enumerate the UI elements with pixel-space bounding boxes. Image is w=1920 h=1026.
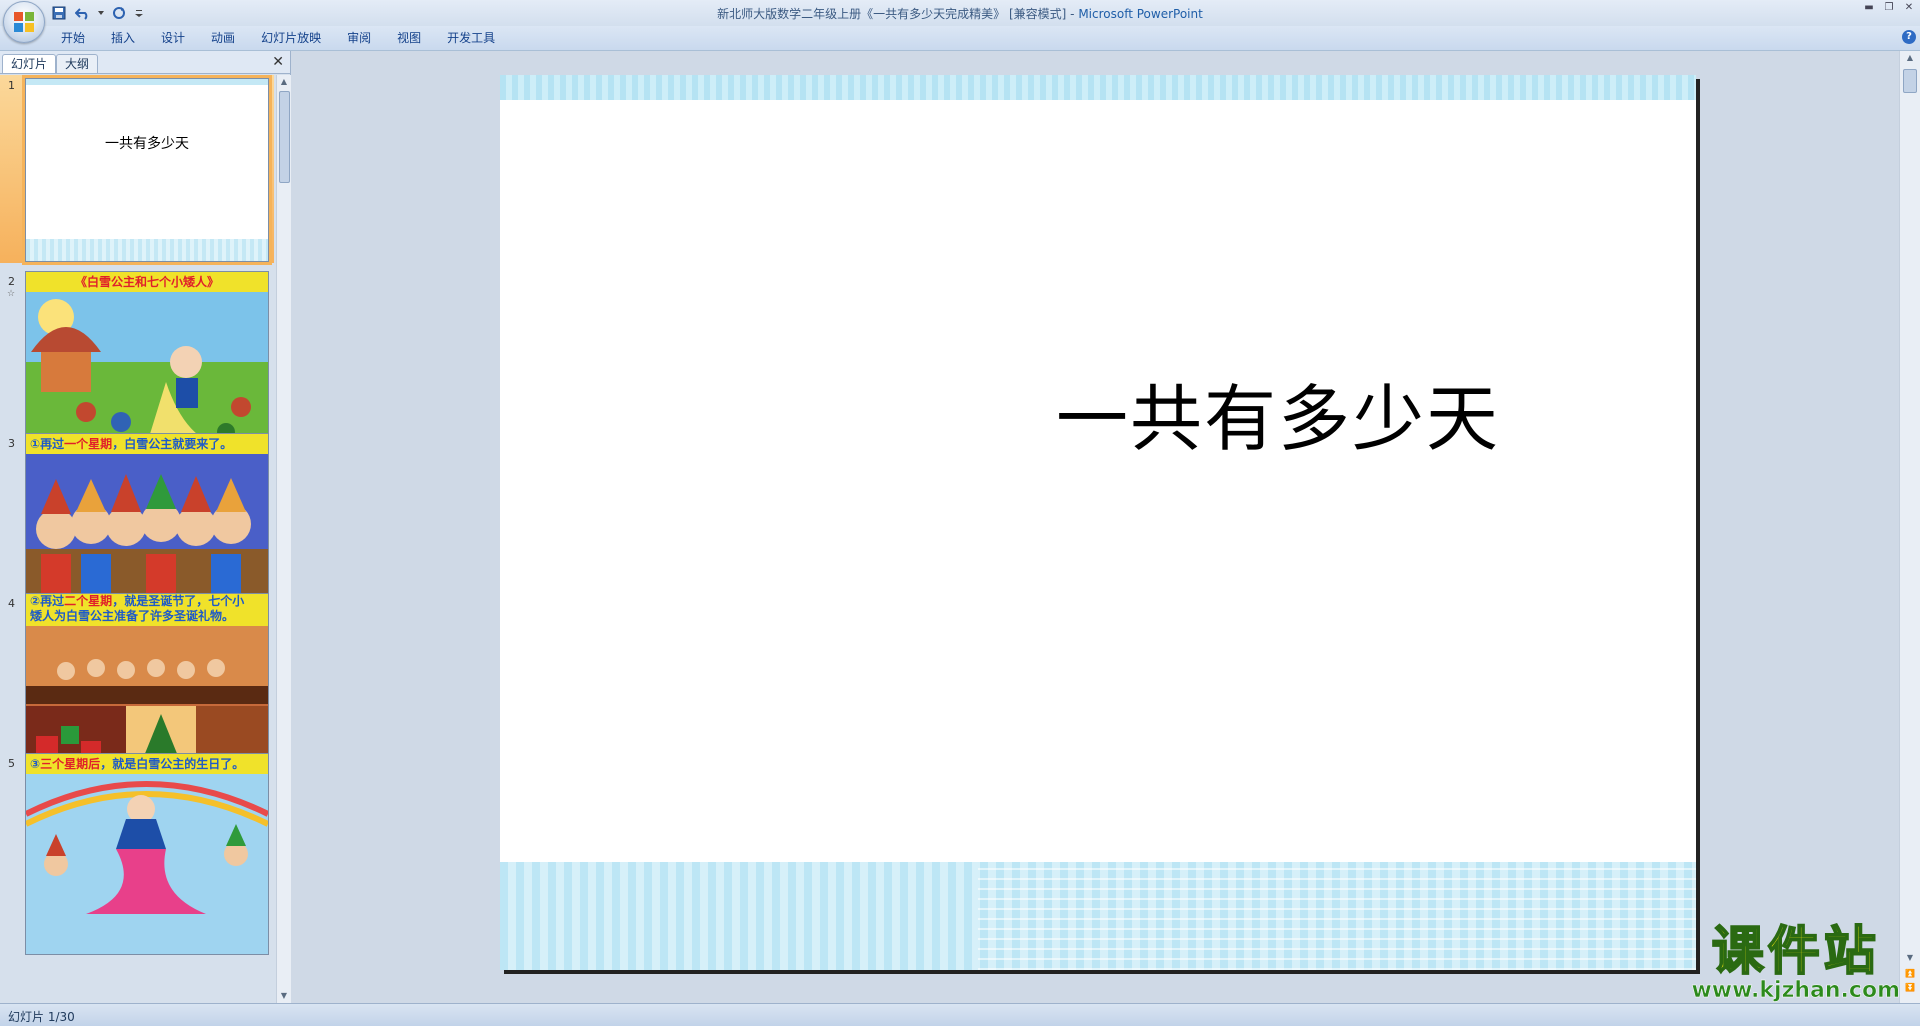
thumbnail-scrollbar[interactable]: ▲ ▼ bbox=[276, 75, 291, 1003]
birthday-scene-image bbox=[26, 774, 268, 954]
thumbnail-top-band bbox=[26, 79, 268, 85]
scrollbar-thumb[interactable] bbox=[279, 91, 290, 183]
slide-editing-area: 一共有多少天 bbox=[291, 51, 1900, 1003]
scroll-down-icon[interactable]: ▼ bbox=[1905, 953, 1915, 963]
thumbnail-row-1[interactable]: 1 一共有多少天 bbox=[0, 75, 274, 265]
minimize-icon[interactable]: ▬ bbox=[1862, 2, 1876, 14]
caption-text: ，就是白雪公主的生日了。 bbox=[100, 757, 245, 771]
tab-outline[interactable]: 大纲 bbox=[56, 54, 99, 73]
slide-scrollbar[interactable]: ▲ ▼ ⏫ ⏬ bbox=[1899, 51, 1920, 1003]
scroll-up-icon[interactable]: ▲ bbox=[279, 77, 289, 87]
slides-pane: 幻灯片 大纲 ✕ 1 一共有多少天 2 ☆ 《白雪公主和七个小矮人》 3 ①再过… bbox=[0, 51, 291, 1003]
slide-top-decoration bbox=[500, 75, 1696, 100]
office-button[interactable] bbox=[3, 1, 45, 43]
snow-white-scene-image bbox=[26, 292, 268, 454]
thumbnail-number: 3 bbox=[8, 437, 15, 450]
seven-dwarfs-image bbox=[26, 454, 268, 616]
caption-text: ，白雪公主就要来了。 bbox=[112, 437, 233, 451]
tab-design[interactable]: 设计 bbox=[148, 30, 198, 46]
site-watermark: 课件站 www.kjzhan.com bbox=[1691, 922, 1900, 1003]
tab-home[interactable]: 开始 bbox=[48, 30, 98, 46]
thumbnail-slide-5[interactable]: ③三个星期后，就是白雪公主的生日了。 bbox=[25, 753, 269, 955]
ribbon-tab-bar: 开始 插入 设计 动画 幻灯片放映 审阅 视图 开发工具 bbox=[0, 26, 1920, 51]
thumbnail-number: 2 bbox=[8, 275, 15, 288]
close-icon[interactable]: ✕ bbox=[1902, 2, 1916, 14]
thumbnail-slide-1[interactable]: 一共有多少天 bbox=[22, 75, 272, 265]
thumbnail-caption: ③三个星期后，就是白雪公主的生日了。 bbox=[26, 754, 268, 774]
slide-counter: 幻灯片 1/30 bbox=[8, 1010, 75, 1024]
caption-text: 矮人为白雪公主准备了许多圣诞礼物。 bbox=[30, 609, 235, 623]
title-bar: 新北师大版数学二年级上册《一共有多少天完成精美》 [兼容模式] - Micros… bbox=[0, 0, 1920, 26]
help-icon[interactable]: ? bbox=[1902, 30, 1916, 44]
tab-slides[interactable]: 幻灯片 bbox=[2, 54, 57, 73]
thumbnail-caption: 《白雪公主和七个小矮人》 bbox=[26, 272, 268, 292]
thumbnail-bottom-band bbox=[26, 239, 268, 261]
animation-star-icon: ☆ bbox=[7, 289, 16, 299]
restore-icon[interactable]: ❐ bbox=[1882, 2, 1896, 14]
current-slide[interactable]: 一共有多少天 bbox=[500, 75, 1696, 970]
scroll-up-icon[interactable]: ▲ bbox=[1905, 53, 1915, 63]
caption-text: ①再过 bbox=[30, 437, 65, 451]
thumbnail-slide-2[interactable]: 《白雪公主和七个小矮人》 bbox=[25, 271, 269, 455]
thumbnail-slide-3[interactable]: ①再过一个星期，白雪公主就要来了。 bbox=[25, 433, 269, 617]
caption-text: ③ bbox=[30, 757, 41, 771]
tab-slideshow[interactable]: 幻灯片放映 bbox=[248, 30, 334, 46]
thumbnail-number: 4 bbox=[8, 597, 15, 610]
office-logo-icon bbox=[14, 12, 34, 32]
thumbnail-title: 一共有多少天 bbox=[105, 136, 189, 152]
slide-title[interactable]: 一共有多少天 bbox=[500, 360, 1696, 465]
document-title: 新北师大版数学二年级上册《一共有多少天完成精美》 [兼容模式] - bbox=[717, 7, 1075, 21]
next-slide-icon[interactable]: ⏬ bbox=[1905, 983, 1915, 993]
watermark-url: www.kjzhan.com bbox=[1691, 978, 1900, 1003]
tab-view[interactable]: 视图 bbox=[384, 30, 434, 46]
thumbnail-caption: ②再过二个星期，就是圣诞节了，七个小 矮人为白雪公主准备了许多圣诞礼物。 bbox=[26, 594, 268, 626]
thumbnail-slide-4[interactable]: ②再过二个星期，就是圣诞节了，七个小 矮人为白雪公主准备了许多圣诞礼物。 bbox=[25, 593, 269, 777]
tab-animations[interactable]: 动画 bbox=[198, 30, 248, 46]
close-pane-icon[interactable]: ✕ bbox=[272, 55, 284, 69]
caption-text: ，就是圣诞节了，七个小 bbox=[112, 594, 245, 608]
thumbnail-caption: ①再过一个星期，白雪公主就要来了。 bbox=[26, 434, 268, 454]
caption-text: ②再过 bbox=[30, 594, 65, 608]
tab-developer[interactable]: 开发工具 bbox=[434, 30, 508, 46]
status-bar: 幻灯片 1/30 bbox=[0, 1003, 1920, 1026]
caption-highlight: 二个星期 bbox=[64, 594, 113, 608]
previous-slide-icon[interactable]: ⏫ bbox=[1905, 969, 1915, 979]
window-controls: ▬ ❐ ✕ bbox=[1862, 2, 1916, 14]
thumbnail-number: 1 bbox=[8, 79, 15, 92]
caption-text: 《白雪公主和七个小矮人》 bbox=[74, 275, 219, 289]
scrollbar-thumb[interactable] bbox=[1903, 69, 1917, 93]
app-name: Microsoft PowerPoint bbox=[1078, 7, 1203, 21]
scroll-down-icon[interactable]: ▼ bbox=[279, 991, 289, 1001]
caption-highlight: 三个星期后 bbox=[40, 757, 101, 771]
thumbnail-number: 5 bbox=[8, 757, 15, 770]
slide-bottom-grid-pattern bbox=[978, 862, 1696, 970]
watermark-logo-text: 课件站 bbox=[1711, 922, 1880, 982]
ribbon-tabs: 开始 插入 设计 动画 幻灯片放映 审阅 视图 开发工具 bbox=[48, 30, 508, 46]
tab-review[interactable]: 审阅 bbox=[334, 30, 384, 46]
slide-thumbnail-list: 1 一共有多少天 2 ☆ 《白雪公主和七个小矮人》 3 ①再过一个星期，白雪公主… bbox=[0, 75, 276, 1003]
pane-tab-strip: 幻灯片 大纲 ✕ bbox=[0, 51, 290, 74]
window-title: 新北师大版数学二年级上册《一共有多少天完成精美》 [兼容模式] - Micros… bbox=[0, 5, 1920, 22]
caption-highlight: 一个星期 bbox=[64, 437, 113, 451]
tab-insert[interactable]: 插入 bbox=[98, 30, 148, 46]
